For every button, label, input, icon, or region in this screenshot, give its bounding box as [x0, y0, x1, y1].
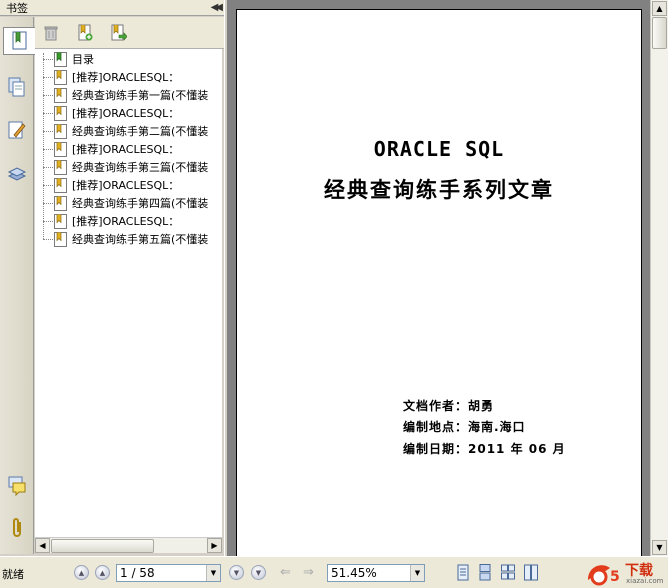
bookmark-item[interactable]: 经典查询练手第二篇(不懂装: [35, 122, 222, 140]
panel-title: 书签: [6, 1, 28, 15]
bookmark-label: [推荐]ORACLESQL：: [72, 71, 180, 84]
bookmark-icon: [53, 123, 67, 139]
annotation-icon: [8, 121, 26, 139]
bookmark-toolbar: [35, 17, 224, 49]
bookmark-label: 经典查询练手第一篇(不懂装: [72, 89, 209, 102]
comments-icon: [8, 476, 26, 496]
bookmark-item[interactable]: [推荐]ORACLESQL：: [35, 176, 222, 194]
attachments-tab[interactable]: [3, 514, 31, 542]
bookmark-tree: 目录 [推荐]ORACLESQL： 经典查询练手第一篇(不懂装 [推荐]ORACLES…: [35, 49, 222, 537]
bookmark-label: 目录: [72, 53, 94, 66]
bookmark-label: [推荐]ORACLESQL：: [72, 179, 180, 192]
svg-text:5: 5: [610, 569, 620, 585]
facing-view-icon[interactable]: [501, 564, 515, 581]
page-number-value: 1 / 58: [120, 566, 155, 580]
bookmarks-icon: [12, 31, 26, 50]
page-number-field[interactable]: 1 / 58 ▼: [116, 564, 221, 582]
bookmark-item[interactable]: [推荐]ORACLESQL：: [35, 212, 222, 230]
continuous-view-icon[interactable]: [478, 564, 492, 581]
trash-icon: [44, 26, 58, 40]
navigation-rail: [0, 17, 35, 554]
bookmark-label: 经典查询练手第四篇(不懂装: [72, 197, 209, 210]
layers-tab[interactable]: [3, 160, 31, 188]
zoom-field[interactable]: 51.45% ▼: [327, 564, 425, 582]
document-title: ORACLE SQL: [373, 137, 505, 161]
bookmark-icon: [53, 51, 67, 67]
bookmark-item[interactable]: [推荐]ORACLESQL：: [35, 140, 222, 158]
document-location: 编制地点：海南.海口: [403, 420, 526, 434]
chevron-down-icon[interactable]: ▼: [206, 565, 220, 581]
collapse-panel-button[interactable]: ◀◀: [211, 2, 224, 13]
vertical-scroll-thumb[interactable]: [652, 17, 667, 49]
scroll-down-button[interactable]: ▼: [652, 540, 667, 555]
layers-icon: [7, 167, 27, 181]
bookmark-icon: [53, 87, 67, 103]
status-bar: 就绪 ▲ ▲ 1 / 58 ▼ ▼ ▼ ⇐ ⇒ 51.45% ▼ 5 下载 xi…: [0, 556, 668, 588]
bookmark-label: 经典查询练手第五篇(不懂装: [72, 233, 209, 246]
last-page-button[interactable]: ▼: [251, 565, 266, 580]
scroll-left-button[interactable]: ◀: [35, 538, 50, 553]
scroll-up-button[interactable]: ▲: [652, 1, 667, 16]
bookmark-label: [推荐]ORACLESQL：: [72, 215, 180, 228]
bookmark-icon: [53, 141, 67, 157]
document-view[interactable]: ORACLE SQL 经典查询练手系列文章 文档作者：胡勇 编制地点：海南.海口…: [228, 0, 650, 556]
bookmark-icon: [53, 69, 67, 85]
zoom-value: 51.45%: [331, 566, 377, 580]
bookmark-label: [推荐]ORACLESQL：: [72, 107, 180, 120]
status-text: 就绪: [2, 568, 24, 581]
bookmark-item[interactable]: [推荐]ORACLESQL：: [35, 68, 222, 86]
scroll-right-button[interactable]: ▶: [207, 538, 222, 553]
go-to-bookmark-button[interactable]: [109, 23, 129, 43]
bookmark-item[interactable]: 经典查询练手第一篇(不懂装: [35, 86, 222, 104]
comments-tab[interactable]: [3, 471, 31, 499]
delete-bookmark-button[interactable]: [41, 23, 61, 43]
back-arrow-icon[interactable]: ⇐: [280, 565, 291, 580]
first-page-button[interactable]: ▲: [74, 565, 89, 580]
continuous-facing-view-icon[interactable]: [524, 564, 538, 581]
document-subtitle: 经典查询练手系列文章: [324, 178, 554, 202]
chevron-down-icon[interactable]: ▼: [410, 565, 424, 581]
document-page: ORACLE SQL 经典查询练手系列文章 文档作者：胡勇 编制地点：海南.海口…: [236, 9, 642, 556]
bookmark-item[interactable]: 经典查询练手第四篇(不懂装: [35, 194, 222, 212]
bookmark-label: [推荐]ORACLESQL：: [72, 143, 180, 156]
bookmark-icon: [53, 213, 67, 229]
pages-tab[interactable]: [3, 73, 31, 101]
scroll-thumb[interactable]: [51, 539, 154, 553]
bookmark-item[interactable]: 经典查询练手第五篇(不懂装: [35, 230, 222, 248]
forward-arrow-icon[interactable]: ⇒: [303, 565, 314, 580]
paperclip-icon: [13, 518, 21, 537]
bookmark-icon: [53, 105, 67, 121]
bookmark-icon: [53, 231, 67, 247]
bookmarks-tab[interactable]: [3, 27, 35, 55]
annotations-tab[interactable]: [3, 116, 31, 144]
next-page-button[interactable]: ▼: [229, 565, 244, 580]
document-author: 文档作者：胡勇: [403, 399, 495, 413]
new-bookmark-button[interactable]: [75, 23, 95, 43]
bookmark-icon: [53, 159, 67, 175]
bookmark-label: 经典查询练手第二篇(不懂装: [72, 125, 209, 138]
go-to-bookmark-icon: [111, 24, 127, 41]
bookmark-item[interactable]: 经典查询练手第三篇(不懂装: [35, 158, 222, 176]
bookmark-icon: [53, 195, 67, 211]
new-bookmark-icon: [78, 24, 93, 40]
pages-icon: [8, 77, 25, 97]
logo-domain: xiazai.com: [626, 577, 664, 585]
document-date: 编制日期：2011 年 06 月: [403, 442, 566, 456]
bookmark-horizontal-scrollbar[interactable]: ◀ ▶: [35, 537, 222, 553]
document-vertical-scrollbar[interactable]: ▲ ▼: [650, 0, 668, 556]
single-page-view-icon[interactable]: [456, 564, 470, 581]
bookmark-label: 经典查询练手第三篇(不懂装: [72, 161, 209, 174]
bookmark-panel-header: 书签 ◀◀: [0, 0, 224, 16]
bookmark-icon: [53, 177, 67, 193]
bookmark-item[interactable]: [推荐]ORACLESQL：: [35, 104, 222, 122]
bookmark-item[interactable]: 目录: [35, 50, 222, 68]
previous-page-button[interactable]: ▲: [95, 565, 110, 580]
